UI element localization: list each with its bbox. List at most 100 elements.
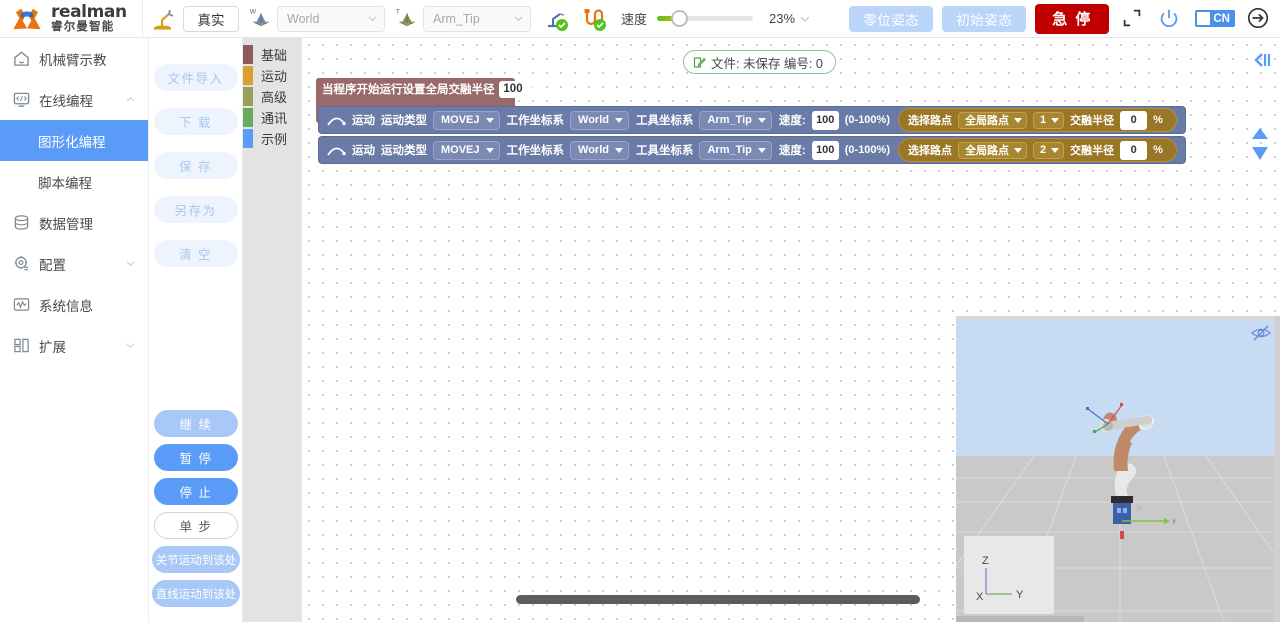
speed-slider-knob[interactable] — [671, 10, 689, 27]
clear-button[interactable]: 清 空 — [153, 240, 238, 267]
gizmo-z-label: Z — [982, 555, 989, 567]
motion-label: 运动 — [352, 115, 375, 127]
tool-frame-axis-icon: T — [395, 7, 419, 31]
robot-3d-viewport[interactable]: Y Z X Y — [956, 316, 1280, 622]
continue-button[interactable]: 继 续 — [154, 410, 238, 437]
viewport-horizontal-scrollbar[interactable] — [956, 616, 1084, 622]
sidebar-item-data-management[interactable]: 数据管理 — [0, 202, 148, 243]
category-label: 通讯 — [261, 111, 288, 126]
import-file-button[interactable]: 文件导入 — [153, 64, 238, 91]
file-status-text: 文件: 未保存 编号: 0 — [711, 56, 823, 71]
hide-view-icon[interactable] — [1250, 324, 1272, 342]
category-tab-motion[interactable]: 运动 — [243, 65, 302, 86]
waypoint-index-dropdown[interactable]: 2 — [1033, 141, 1065, 159]
joint-move-here-button[interactable]: 关节运动到该处 — [152, 546, 240, 573]
motion-block[interactable]: 运动 运动类型 MOVEJ 工作坐标系 World 工具坐标系 Arm_Tip … — [318, 106, 1186, 134]
linear-move-here-button[interactable]: 直线运动到该处 — [152, 580, 240, 607]
blend-radius-input[interactable]: 0 — [1120, 110, 1148, 130]
language-label: CN — [1213, 12, 1230, 25]
save-as-button[interactable]: 另存为 — [153, 196, 238, 223]
category-label: 示例 — [261, 132, 288, 147]
sidebar-label: 数据管理 — [39, 216, 93, 232]
category-label: 基础 — [261, 48, 288, 63]
tool-frame-dropdown[interactable]: Arm_Tip — [699, 140, 772, 160]
sidebar-item-script-programming[interactable]: 脚本编程 — [0, 161, 148, 202]
motion-label: 运动 — [352, 145, 375, 157]
edit-file-icon — [693, 55, 707, 69]
speed-slider[interactable] — [657, 10, 754, 27]
waypoint-index-dropdown[interactable]: 1 — [1033, 111, 1065, 129]
save-button[interactable]: 保 存 — [153, 152, 238, 179]
category-tab-communication[interactable]: 通讯 — [243, 107, 302, 128]
sidebar-label: 在线编程 — [39, 93, 93, 109]
sidebar-label: 机械臂示教 — [39, 52, 107, 68]
speed-input[interactable]: 100 — [811, 140, 839, 160]
motion-type-dropdown[interactable]: MOVEJ — [433, 110, 500, 130]
axis-gizmo: Z X Y — [964, 536, 1054, 614]
canvas-zoom-controls[interactable] — [1250, 126, 1270, 167]
waypoint-source-value: 全局路点 — [965, 115, 1009, 127]
sidebar-item-teach[interactable]: 机械臂示教 — [0, 38, 148, 79]
emergency-stop-button[interactable]: 急 停 — [1035, 3, 1110, 34]
motion-type-value: MOVEJ — [441, 114, 480, 126]
category-color-swatch — [243, 87, 253, 106]
blend-radius-unit: % — [1153, 144, 1163, 156]
motion-block[interactable]: 运动 运动类型 MOVEJ 工作坐标系 World 工具坐标系 Arm_Tip … — [318, 136, 1186, 164]
motion-arc-icon — [326, 114, 346, 127]
tool-frame-dropdown[interactable]: Arm_Tip — [699, 110, 772, 130]
viewport-vertical-scrollbar[interactable] — [1274, 316, 1280, 622]
download-button[interactable]: 下 载 — [153, 108, 238, 135]
chevron-down-icon — [1014, 117, 1022, 123]
speed-label: 速度 — [621, 12, 648, 27]
blend-radius-input[interactable]: 0 — [1120, 140, 1148, 160]
grid-icon — [13, 337, 30, 354]
tool-frame-value: Arm_Tip — [707, 114, 752, 126]
work-frame-value: World — [578, 114, 609, 126]
category-tab-advanced[interactable]: 高级 — [243, 86, 302, 107]
motion-type-label: 运动类型 — [381, 115, 427, 127]
motion-type-dropdown[interactable]: MOVEJ — [433, 140, 500, 160]
step-button[interactable]: 单 步 — [154, 512, 238, 539]
speed-input[interactable]: 100 — [811, 110, 839, 130]
sidebar-item-online-programming[interactable]: 在线编程 — [0, 79, 148, 120]
teach-connected-icon[interactable] — [543, 6, 569, 32]
work-frame-dropdown[interactable]: World — [570, 140, 629, 160]
work-frame-label: 工作坐标系 — [506, 145, 565, 157]
work-frame-select[interactable]: World — [277, 5, 385, 32]
fullscreen-icon[interactable] — [1120, 6, 1146, 32]
zero-pose-button[interactable]: 零位姿态 — [849, 5, 934, 32]
category-color-swatch — [243, 108, 253, 127]
logout-icon[interactable] — [1246, 6, 1272, 32]
global-blend-input[interactable]: 100 — [498, 80, 528, 98]
language-switch-button[interactable]: CN — [1195, 10, 1235, 27]
category-tab-basic[interactable]: 基础 — [243, 44, 302, 65]
init-pose-button[interactable]: 初始姿态 — [942, 5, 1027, 32]
power-icon[interactable] — [1157, 6, 1183, 32]
waypoint-source-dropdown[interactable]: 全局路点 — [958, 111, 1027, 129]
speed-range-hint: (0-100%) — [844, 114, 890, 126]
work-frame-dropdown[interactable]: World — [570, 110, 629, 130]
category-tab-examples[interactable]: 示例 — [243, 128, 302, 149]
svg-text:T: T — [396, 8, 400, 15]
logo-text-cn: 睿尔曼智能 — [51, 20, 115, 33]
mode-toggle-button[interactable]: 真实 — [183, 5, 239, 32]
collapse-panel-icon[interactable] — [1252, 50, 1272, 70]
pause-button[interactable]: 暂 停 — [154, 444, 238, 471]
motion-type-value: MOVEJ — [441, 144, 480, 156]
sidebar-item-graphical-programming[interactable]: 图形化编程 — [0, 120, 148, 161]
speed-chevron-down-icon[interactable] — [800, 14, 810, 24]
sidebar-item-system-info[interactable]: 系统信息 — [0, 284, 148, 325]
cable-connected-icon[interactable] — [581, 6, 607, 32]
tool-frame-select[interactable]: Arm_Tip — [423, 5, 531, 32]
canvas-horizontal-scrollbar[interactable] — [516, 595, 920, 604]
category-label: 高级 — [261, 90, 288, 105]
chart-icon — [13, 296, 30, 313]
waypoint-group: 选择路点 全局路点 1 交融半径 0 % — [898, 108, 1177, 132]
database-icon — [13, 214, 30, 231]
sidebar-item-extensions[interactable]: 扩展 — [0, 325, 148, 366]
chevron-down-icon — [485, 117, 494, 123]
waypoint-source-dropdown[interactable]: 全局路点 — [958, 141, 1027, 159]
sidebar-item-configuration[interactable]: 配置 — [0, 243, 148, 284]
chevron-down-icon — [514, 16, 523, 22]
stop-button[interactable]: 停 止 — [154, 478, 238, 505]
